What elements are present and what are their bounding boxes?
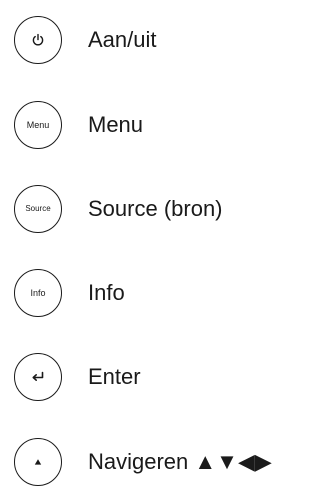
- legend-label-menu: Menu: [88, 112, 144, 137]
- legend-row-enter: Enter: [14, 352, 141, 402]
- enter-arrow-icon: [32, 371, 44, 381]
- legend-row-navigate: Navigeren ▲▼◀▶: [14, 437, 272, 487]
- menu-button-text: Menu: [26, 119, 50, 130]
- power-icon: [32, 33, 44, 46]
- legend-label-power: Aan/uit: [88, 27, 157, 52]
- legend-row-power: Aan/uit: [14, 15, 157, 65]
- power-button[interactable]: [14, 16, 62, 64]
- info-button-text: Info: [30, 287, 46, 298]
- source-button-text: Source: [25, 204, 51, 213]
- legend-label-source: Source (bron): [88, 196, 223, 221]
- source-button[interactable]: Source: [14, 185, 62, 233]
- up-triangle-icon: [34, 459, 42, 465]
- legend-label-enter: Enter: [88, 364, 141, 389]
- legend-label-navigate: Navigeren ▲▼◀▶: [88, 449, 272, 474]
- navigate-button[interactable]: [14, 438, 62, 486]
- enter-button[interactable]: [14, 353, 62, 401]
- legend-label-info: Info: [88, 280, 125, 305]
- legend-row-source: Source Source (bron): [14, 184, 223, 234]
- legend-row-menu: Menu Menu: [14, 100, 143, 150]
- legend-row-info: Info Info: [14, 268, 125, 318]
- menu-button[interactable]: Menu: [14, 101, 62, 149]
- info-button[interactable]: Info: [14, 269, 62, 317]
